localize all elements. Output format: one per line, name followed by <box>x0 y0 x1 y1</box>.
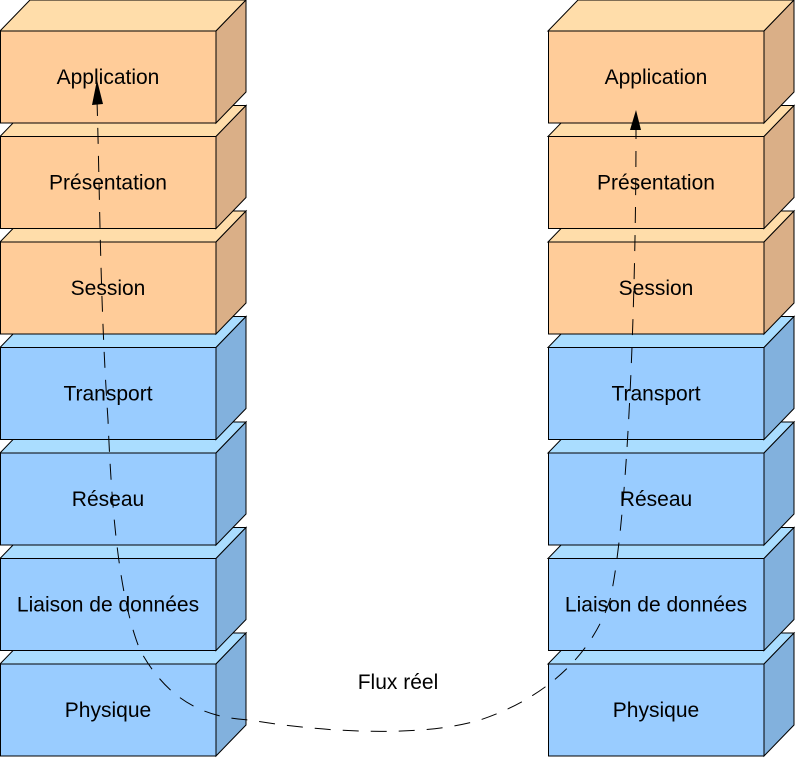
stack-right: Physique Liaison de données Réseau Transpor… <box>546 0 796 758</box>
layer-top-face <box>546 0 795 32</box>
layer-label: Présentation <box>49 172 167 195</box>
layer-label: Réseau <box>620 488 692 511</box>
layer-label: Physique <box>613 699 699 722</box>
layer-box: Physique <box>0 631 248 758</box>
flow-label: Flux réel <box>358 671 439 694</box>
layer-box: Réseau <box>0 420 248 547</box>
stack-left: Physique Liaison de données Réseau Transpor… <box>0 0 248 758</box>
layer-label: Transport <box>611 383 700 406</box>
layer-label: Session <box>619 277 694 300</box>
layer-box: Présentation <box>546 104 796 230</box>
layer-box: Session <box>546 209 796 336</box>
layer-label: Liaison de données <box>565 594 747 617</box>
layer-label: Physique <box>65 699 151 722</box>
layer-box: Liaison de données <box>546 526 796 652</box>
layer-box: Transport <box>0 315 248 441</box>
layer-box: Transport <box>546 315 796 441</box>
layer-label: Session <box>71 277 146 300</box>
layer-box: Présentation <box>0 104 248 230</box>
layer-label: Réseau <box>72 488 144 511</box>
layer-label: Transport <box>63 383 152 406</box>
layer-box: Application <box>0 0 247 125</box>
layer-box: Session <box>0 209 248 336</box>
layer-label: Application <box>605 66 708 89</box>
layer-label: Liaison de données <box>17 594 199 617</box>
layer-box: Physique <box>546 631 796 758</box>
layer-top-face <box>0 0 247 32</box>
layer-box: Réseau <box>546 420 796 547</box>
layer-label: Application <box>57 66 160 89</box>
layer-label: Présentation <box>597 172 715 195</box>
layer-box: Application <box>546 0 795 125</box>
osi-diagram: Physique Liaison de données Réseau Transpor… <box>0 0 796 758</box>
